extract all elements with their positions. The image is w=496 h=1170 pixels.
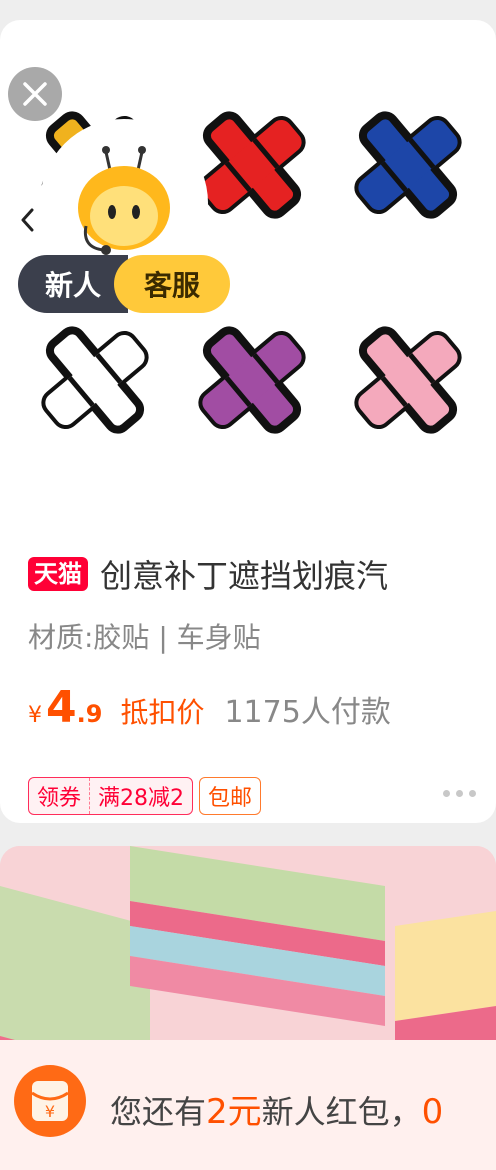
banner-overflow: 0 bbox=[421, 1092, 444, 1132]
sold-count: 1175人付款 bbox=[224, 695, 391, 730]
free-shipping-tag: 包邮 bbox=[199, 777, 262, 815]
more-dots-icon bbox=[443, 790, 450, 797]
patch-sticker bbox=[198, 326, 306, 434]
price-row: ¥ 4 .9 抵扣价 1175人付款 bbox=[28, 682, 391, 742]
close-icon bbox=[23, 82, 47, 106]
banner-suffix: 新人红包， bbox=[261, 1093, 422, 1131]
product-card[interactable]: 新人 客服 天猫 创意补丁遮挡划痕汽 材质:胶贴 | 车身贴 ¥ 4 .9 抵扣… bbox=[0, 20, 496, 823]
new-user-service-badge[interactable]: 新人 客服 bbox=[18, 255, 230, 313]
patch-sticker bbox=[354, 111, 462, 219]
mascot-avatar-icon bbox=[78, 146, 170, 255]
patch-sticker bbox=[41, 326, 149, 434]
tmall-tag: 天猫 bbox=[28, 557, 88, 591]
title-row: 天猫 创意补丁遮挡划痕汽 bbox=[28, 550, 496, 598]
coupon-button[interactable]: 领券 满28减2 bbox=[28, 777, 194, 815]
coupon-value: 满28减2 bbox=[98, 786, 185, 811]
badge-new-user: 新人 bbox=[18, 255, 128, 313]
coupon-row: 领券 满28减2 包邮 bbox=[28, 777, 262, 815]
more-dots-icon bbox=[456, 790, 463, 797]
currency-symbol: ¥ bbox=[28, 703, 42, 728]
new-user-red-packet-banner[interactable]: ¥ 您还有2元新人红包，0 bbox=[0, 1040, 496, 1170]
banner-text: 您还有2元新人红包，0 bbox=[110, 1084, 443, 1133]
red-packet-glyph: ¥ bbox=[45, 1102, 55, 1121]
banner-prefix: 您还有 bbox=[110, 1093, 207, 1131]
product-title[interactable]: 创意补丁遮挡划痕汽 bbox=[100, 551, 388, 597]
price-decimal: .9 bbox=[76, 700, 103, 728]
product-subtitle: 材质:胶贴 | 车身贴 bbox=[28, 621, 261, 654]
red-packet-icon: ¥ bbox=[14, 1065, 86, 1137]
chevron-left-icon bbox=[21, 208, 34, 232]
more-options-button[interactable] bbox=[443, 790, 476, 797]
coupon-label: 领券 bbox=[37, 786, 82, 811]
patch-sticker bbox=[354, 326, 462, 434]
price-integer: 4 bbox=[46, 682, 77, 733]
price-label: 抵扣价 bbox=[120, 696, 205, 729]
banner-amount: 2元 bbox=[206, 1092, 262, 1132]
more-dots-icon bbox=[469, 790, 476, 797]
close-button[interactable] bbox=[8, 67, 62, 121]
badge-service: 客服 bbox=[114, 255, 230, 313]
